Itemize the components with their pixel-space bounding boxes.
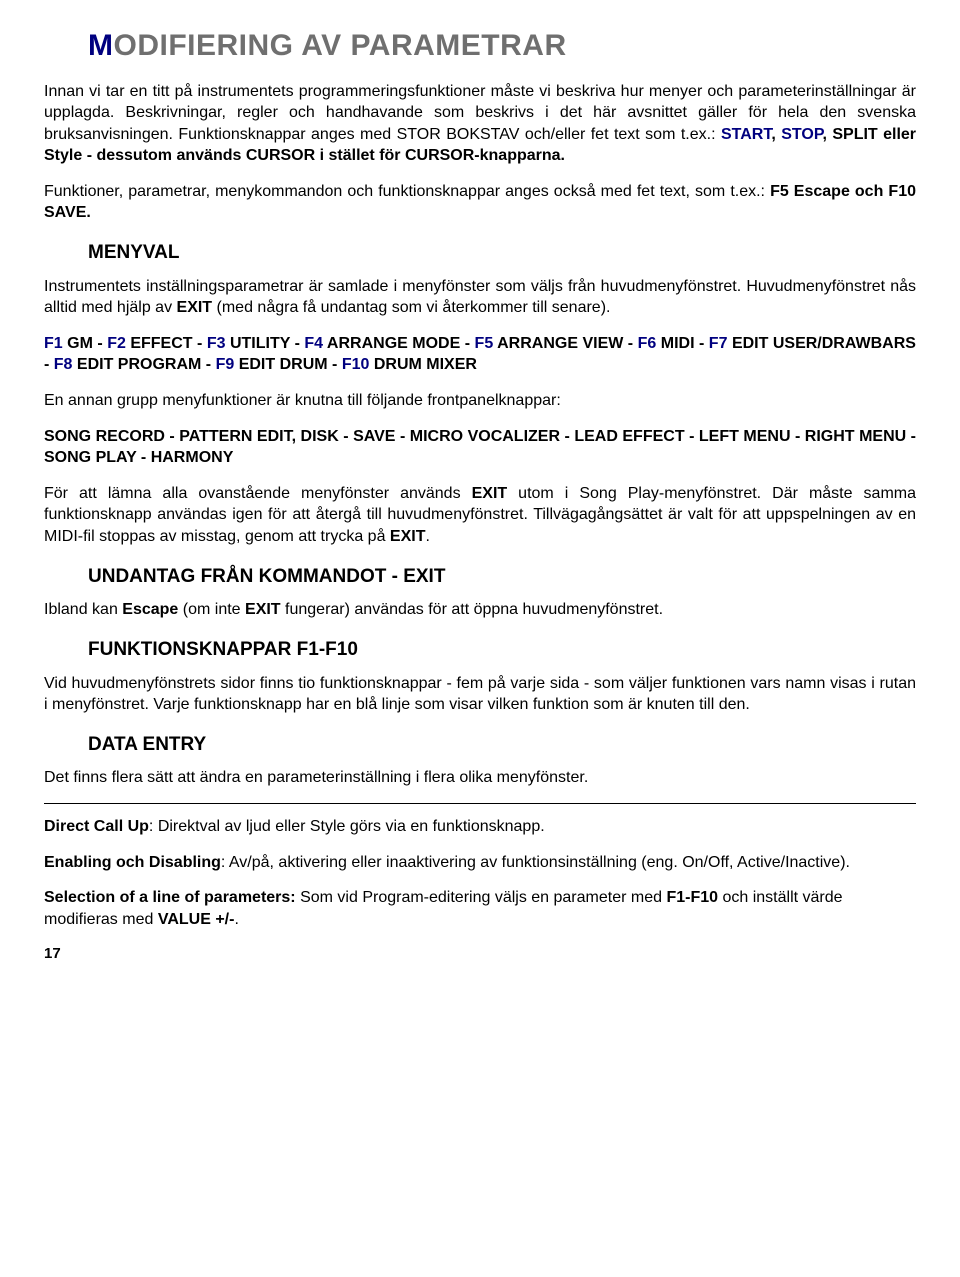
intro-paragraph-2: Funktioner, parametrar, menykommandon oc…: [44, 181, 916, 224]
heading-dataentry: DATA ENTRY: [44, 732, 916, 758]
front-panel-line: SONG RECORD - PATTERN EDIT, DISK - SAVE …: [44, 426, 916, 469]
divider: [44, 803, 916, 804]
direct-call-up: Direct Call Up: Direktval av ljud eller …: [44, 816, 916, 838]
undantag-paragraph: Ibland kan Escape (om inte EXIT fungerar…: [44, 599, 916, 621]
enabling-disabling: Enabling och Disabling: Av/på, aktiverin…: [44, 852, 916, 874]
page-title: MODIFIERING AV PARAMETRAR: [44, 26, 916, 67]
kw-exit: EXIT: [177, 299, 213, 316]
heading-fknappar: FUNKTIONSKNAPPAR F1-F10: [44, 637, 916, 663]
page-number: 17: [44, 944, 916, 964]
heading-undantag: UNDANTAG FRÅN KOMMANDOT - EXIT: [44, 564, 916, 590]
menu-line: F1 GM - F2 EFFECT - F3 UTILITY - F4 ARRA…: [44, 333, 916, 376]
title-first-letter: M: [88, 29, 114, 62]
selection-line: Selection of a line of parameters: Som v…: [44, 887, 916, 930]
fknappar-paragraph: Vid huvudmenyfönstrets sidor finns tio f…: [44, 673, 916, 716]
title-rest: ODIFIERING AV PARAMETRAR: [114, 29, 567, 62]
kw-stop: STOP: [781, 126, 822, 143]
other-group-intro: En annan grupp menyfunktioner är knutna …: [44, 390, 916, 412]
dataentry-intro: Det finns flera sätt att ändra en parame…: [44, 767, 916, 789]
heading-menyval: MENYVAL: [44, 240, 916, 266]
exit-paragraph: För att lämna alla ovanstående menyfönst…: [44, 483, 916, 548]
intro-paragraph-1: Innan vi tar en titt på instrumentets pr…: [44, 81, 916, 167]
kw-start: START: [721, 126, 771, 143]
menyval-paragraph: Instrumentets inställningsparametrar är …: [44, 276, 916, 319]
